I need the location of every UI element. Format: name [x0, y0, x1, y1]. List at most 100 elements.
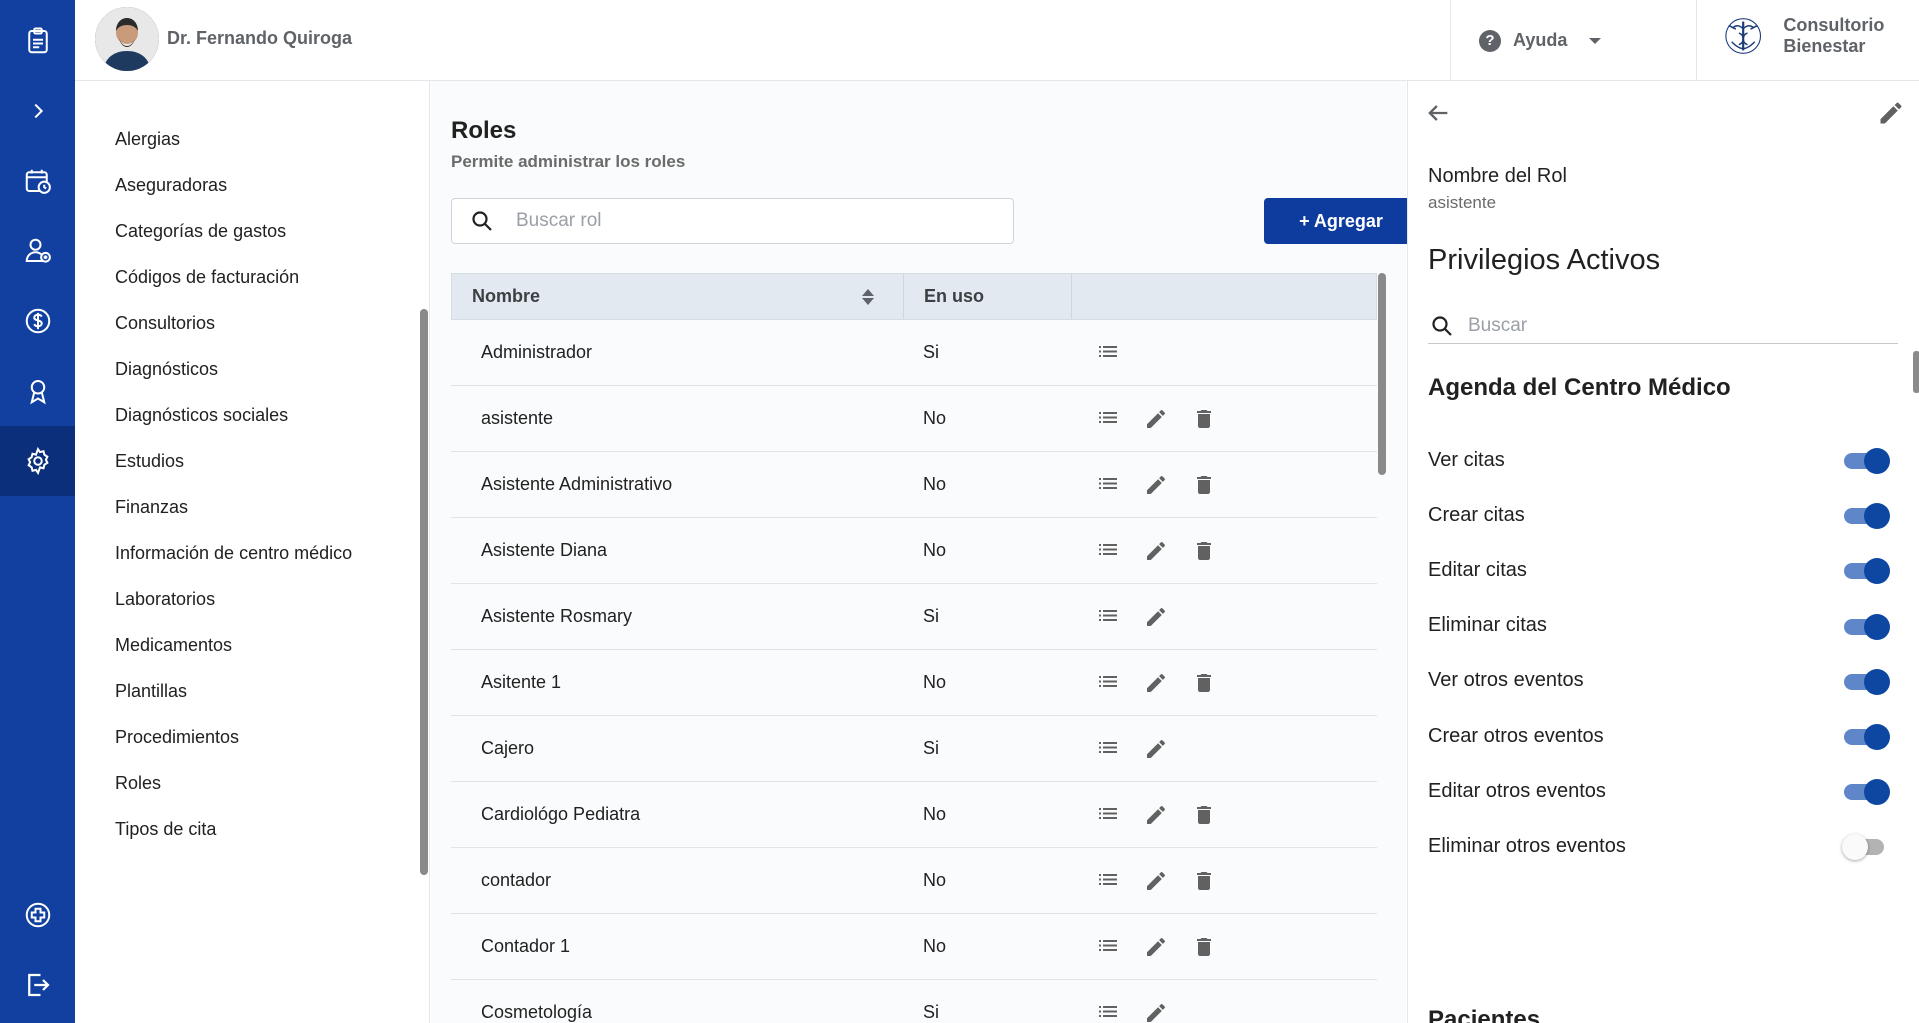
menu-item-diagnosticos[interactable]: Diagnósticos	[115, 359, 218, 380]
rail-certificates-button[interactable]	[0, 356, 75, 426]
table-row[interactable]: Administrador Si	[451, 320, 1377, 386]
list-detail-icon[interactable]	[1095, 934, 1121, 960]
sort-icon[interactable]	[861, 287, 875, 307]
in-use-cell: No	[923, 408, 947, 428]
table-row[interactable]: Cosmetología Si	[451, 980, 1377, 1023]
table-row[interactable]: Asitente 1 No	[451, 650, 1377, 716]
list-detail-icon[interactable]	[1095, 538, 1121, 564]
edit-pencil-icon[interactable]	[1143, 802, 1169, 828]
list-detail-icon[interactable]	[1095, 868, 1121, 894]
menu-item-informacion-centro[interactable]: Información de centro médico	[115, 543, 352, 564]
caret-down-icon	[1589, 37, 1602, 44]
menu-item-alergias[interactable]: Alergias	[115, 129, 180, 150]
menu-item-consultorios[interactable]: Consultorios	[115, 313, 215, 334]
menu-item-estudios[interactable]: Estudios	[115, 451, 184, 472]
edit-pencil-icon[interactable]	[1143, 538, 1169, 564]
privilege-toggle[interactable]	[1842, 613, 1890, 640]
privilege-toggle[interactable]	[1842, 834, 1888, 861]
column-header-nombre[interactable]: Nombre	[452, 274, 904, 319]
add-role-button[interactable]: + Agregar	[1264, 198, 1418, 244]
toggle-thumb	[1864, 779, 1890, 806]
delete-trash-icon[interactable]	[1191, 868, 1217, 894]
privilege-label: Editar citas	[1428, 558, 1527, 581]
menu-item-tipos-cita[interactable]: Tipos de cita	[115, 819, 216, 840]
rail-logout-button[interactable]	[0, 950, 75, 1020]
row-actions	[1071, 868, 1217, 894]
table-row[interactable]: Cardiológo Pediatra No	[451, 782, 1377, 848]
delete-trash-icon[interactable]	[1191, 538, 1217, 564]
calendar-clock-icon	[25, 169, 51, 194]
list-detail-icon[interactable]	[1095, 406, 1121, 432]
doctor-name: Dr. Fernando Quiroga	[167, 28, 353, 48]
privilege-toggle[interactable]	[1842, 448, 1890, 474]
rail-patients-button[interactable]	[0, 216, 75, 286]
edit-pencil-icon[interactable]	[1143, 472, 1169, 498]
menu-item-procedimientos[interactable]: Procedimientos	[115, 727, 239, 748]
list-detail-icon[interactable]	[1095, 736, 1121, 762]
list-detail-icon[interactable]	[1095, 802, 1121, 828]
medical-cross-icon	[25, 902, 50, 928]
table-row[interactable]: Asistente Rosmary Si	[451, 584, 1377, 650]
edit-pencil-icon[interactable]	[1143, 604, 1169, 630]
table-scrollbar[interactable]	[1378, 273, 1386, 475]
table-row[interactable]: contador No	[451, 848, 1377, 914]
delete-trash-icon[interactable]	[1191, 802, 1217, 828]
privilege-toggle[interactable]	[1842, 558, 1890, 585]
edit-pencil-icon[interactable]	[1143, 736, 1169, 762]
help-dropdown[interactable]: ? Ayuda	[1450, 0, 1697, 81]
menu-item-codigos-facturacion[interactable]: Códigos de facturación	[115, 267, 299, 288]
edit-pencil-icon[interactable]	[1143, 934, 1169, 960]
toggle-thumb	[1864, 558, 1890, 585]
privilege-toggle[interactable]	[1842, 668, 1890, 695]
menu-item-categorias-gastos[interactable]: Categorías de gastos	[115, 221, 286, 242]
table-row[interactable]: Cajero Si	[451, 716, 1377, 782]
delete-trash-icon[interactable]	[1191, 934, 1217, 960]
rail-finance-button[interactable]	[0, 286, 75, 356]
rail-calendar-button[interactable]	[0, 146, 75, 216]
back-arrow-icon[interactable]	[1424, 99, 1452, 127]
pencil-icon[interactable]	[1877, 99, 1905, 127]
menu-item-finanzas[interactable]: Finanzas	[115, 497, 188, 518]
edit-pencil-icon[interactable]	[1143, 868, 1169, 894]
list-detail-icon[interactable]	[1095, 1000, 1121, 1023]
menu-item-roles[interactable]: Roles	[115, 773, 161, 794]
role-search-input[interactable]	[516, 210, 996, 232]
rail-add-center-button[interactable]	[0, 880, 75, 950]
delete-trash-icon[interactable]	[1191, 670, 1217, 696]
table-row[interactable]: Asistente Administrativo No	[451, 452, 1377, 518]
avatar[interactable]	[95, 7, 159, 71]
icon-rail	[0, 0, 75, 1023]
privilege-toggle[interactable]	[1842, 503, 1890, 530]
rail-records-button[interactable]	[0, 6, 75, 76]
delete-trash-icon[interactable]	[1191, 406, 1217, 432]
edit-pencil-icon[interactable]	[1143, 406, 1169, 432]
role-name-cell: contador	[481, 870, 552, 890]
privilege-search-input[interactable]	[1468, 314, 1888, 337]
menu-item-plantillas[interactable]: Plantillas	[115, 681, 187, 702]
table-row[interactable]: Asistente Diana No	[451, 518, 1377, 584]
menu-item-diagnosticos-sociales[interactable]: Diagnósticos sociales	[115, 405, 288, 426]
delete-trash-icon[interactable]	[1191, 472, 1217, 498]
menu-item-laboratorios[interactable]: Laboratorios	[115, 589, 215, 610]
list-detail-icon[interactable]	[1095, 340, 1121, 366]
detail-scrollbar[interactable]	[1913, 351, 1919, 393]
menu-scrollbar[interactable]	[420, 309, 428, 875]
privilege-toggle[interactable]	[1842, 779, 1890, 806]
edit-pencil-icon[interactable]	[1143, 1000, 1169, 1023]
menu-item-aseguradoras[interactable]: Aseguradoras	[115, 175, 227, 196]
menu-item-medicamentos[interactable]: Medicamentos	[115, 635, 232, 656]
in-use-cell: Si	[923, 738, 940, 758]
table-row[interactable]: Contador 1 No	[451, 914, 1377, 980]
row-actions	[1071, 604, 1169, 630]
list-detail-icon[interactable]	[1095, 472, 1121, 498]
privilege-toggle[interactable]	[1842, 724, 1890, 750]
edit-pencil-icon[interactable]	[1143, 670, 1169, 696]
rail-expand-button[interactable]	[0, 76, 75, 146]
list-detail-icon[interactable]	[1095, 604, 1121, 630]
role-name-cell: Asistente Rosmary	[481, 606, 633, 626]
in-use-cell: No	[923, 936, 947, 956]
rail-settings-button[interactable]	[0, 426, 75, 496]
role-name-cell: Asistente Administrativo	[481, 474, 673, 494]
table-row[interactable]: asistente No	[451, 386, 1377, 452]
list-detail-icon[interactable]	[1095, 670, 1121, 696]
